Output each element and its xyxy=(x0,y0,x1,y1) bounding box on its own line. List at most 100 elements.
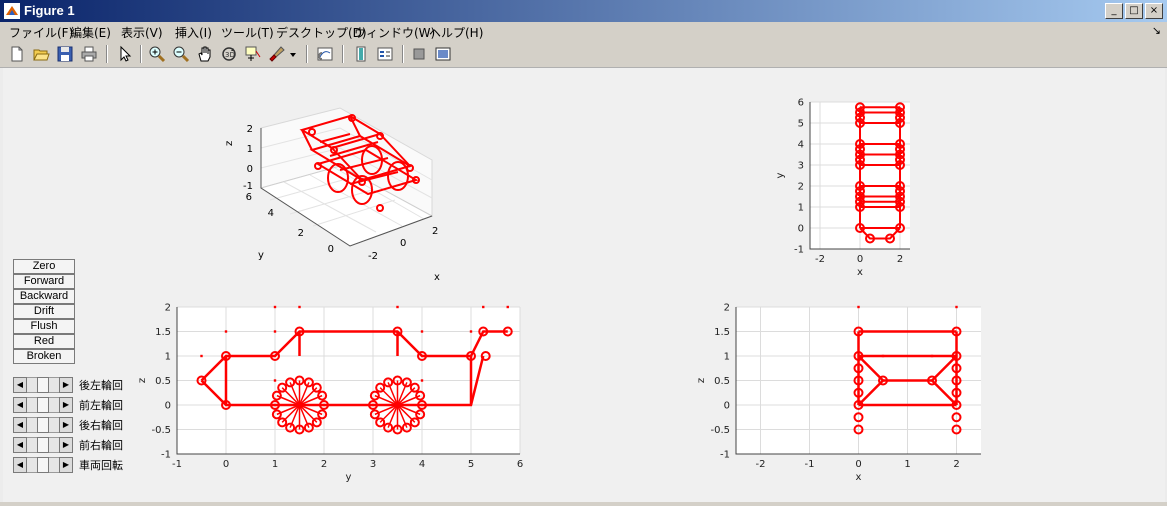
y-axis-label: z xyxy=(137,378,148,383)
slider-thumb[interactable] xyxy=(37,377,49,393)
y-tick-label: 0 xyxy=(165,401,171,412)
axis3d-ztick: -1 xyxy=(243,181,253,192)
backward-button[interactable]: Backward xyxy=(13,289,75,304)
y-tick-label: 0.5 xyxy=(714,376,730,387)
y-tick-label: 5 xyxy=(798,119,804,130)
vehicle-rotation-label: 車両回転 xyxy=(79,459,123,472)
slider-left-arrow-icon[interactable]: ◀ xyxy=(13,437,27,453)
slider-right-arrow-icon[interactable]: ▶ xyxy=(59,417,73,433)
x-tick-label: 5 xyxy=(468,459,474,470)
axis3d-ztick: 2 xyxy=(247,124,253,135)
marker-dot xyxy=(857,305,860,309)
broken-button[interactable]: Broken xyxy=(13,349,75,364)
forward-button[interactable]: Forward xyxy=(13,274,75,289)
marker-dot xyxy=(224,330,228,333)
rear-right-wheel-label: 後右輪回 xyxy=(79,419,123,432)
marker-dot xyxy=(506,305,509,309)
axis3d-ytick: 4 xyxy=(268,208,274,219)
axis3d-ytick: 6 xyxy=(246,192,252,203)
y-tick-label: 0 xyxy=(724,401,730,412)
y-tick-label: 1 xyxy=(798,203,804,214)
zero-button[interactable]: Zero xyxy=(13,259,75,274)
x-axis-label: x xyxy=(857,267,863,278)
y-tick-label: 2 xyxy=(798,182,804,193)
x-tick-label: 0 xyxy=(223,459,229,470)
slider-left-arrow-icon[interactable]: ◀ xyxy=(13,417,27,433)
flush-button[interactable]: Flush xyxy=(13,319,75,334)
front-left-wheel-label: 前左輪回 xyxy=(79,399,123,412)
axis3d-xtick: -2 xyxy=(368,251,378,262)
marker-dot xyxy=(298,305,301,309)
slider-right-arrow-icon[interactable]: ▶ xyxy=(59,397,73,413)
y-tick-label: -0.5 xyxy=(710,425,730,436)
slider-thumb[interactable] xyxy=(37,397,49,413)
red-button[interactable]: Red xyxy=(13,334,75,349)
y-axis-label: y xyxy=(775,172,786,178)
x-tick-label: 0 xyxy=(857,254,863,265)
axes-front-view[interactable]: -2 -1 0 1 2 -1 -0.5 0 0.5 1 1.5 2 x z xyxy=(696,303,981,484)
x-tick-label: 1 xyxy=(904,459,910,470)
marker-dot xyxy=(482,305,485,309)
y-tick-label: 2 xyxy=(165,303,171,314)
axes-3d[interactable]: 2 1 0 -1 z 6 4 2 0 y -2 0 2 x xyxy=(224,107,440,283)
slider-left-arrow-icon[interactable]: ◀ xyxy=(13,397,27,413)
rear-right-wheel-slider[interactable]: ◀ ▶ xyxy=(13,417,73,433)
marker-dot xyxy=(420,330,424,333)
marker-dot xyxy=(955,305,958,309)
x-axis-label: x xyxy=(856,472,862,483)
marker-dot xyxy=(420,379,424,382)
marker-dot xyxy=(396,305,399,309)
front-left-wheel-slider[interactable]: ◀ ▶ xyxy=(13,397,73,413)
slider-thumb[interactable] xyxy=(37,417,49,433)
slider-right-arrow-icon[interactable]: ▶ xyxy=(59,437,73,453)
y-tick-label: 4 xyxy=(798,140,804,151)
y-tick-label: -0.5 xyxy=(151,425,171,436)
axis3d-ytick: 0 xyxy=(328,244,334,255)
y-tick-label: -1 xyxy=(720,450,730,461)
slider-left-arrow-icon[interactable]: ◀ xyxy=(13,457,27,473)
y-tick-label: 3 xyxy=(798,161,804,172)
slider-thumb[interactable] xyxy=(37,437,49,453)
y-tick-label: 1 xyxy=(724,352,730,363)
x-tick-label: 0 xyxy=(855,459,861,470)
front-right-wheel-label: 前右輪回 xyxy=(79,439,123,452)
axis3d-ytick: 2 xyxy=(298,228,304,239)
axes-top-view[interactable]: -2 0 2 -1 0 1 2 3 4 5 6 x y xyxy=(775,98,910,279)
drift-button[interactable]: Drift xyxy=(13,304,75,319)
marker-dot xyxy=(881,354,885,358)
front-right-wheel-slider[interactable]: ◀ ▶ xyxy=(13,437,73,453)
slider-thumb[interactable] xyxy=(37,457,49,473)
y-tick-label: 1 xyxy=(165,352,171,363)
x-tick-label: 2 xyxy=(953,459,959,470)
plots-layer: 2 1 0 -1 z 6 4 2 0 y -2 0 2 x -2 0 2 -1 0 1 2 3… xyxy=(137,98,981,484)
rear-left-wheel-slider[interactable]: ◀ ▶ xyxy=(13,377,73,393)
slider-left-arrow-icon[interactable]: ◀ xyxy=(13,377,27,393)
y-axis-label: z xyxy=(696,378,707,383)
x-axis-label: y xyxy=(346,472,352,483)
y-tick-label: 0.5 xyxy=(155,376,171,387)
x-tick-label: -2 xyxy=(815,254,825,265)
marker-dot xyxy=(273,379,277,382)
axis3d-ylabel: y xyxy=(258,250,264,261)
y-tick-label: 1.5 xyxy=(155,327,171,338)
x-tick-label: -1 xyxy=(172,459,182,470)
axes-side-view[interactable]: -1 0 1 2 3 4 5 6 -1 -0.5 0 0.5 1 1.5 2 y z xyxy=(137,303,523,484)
marker-dot xyxy=(930,354,934,358)
x-tick-label: -1 xyxy=(805,459,815,470)
x-tick-label: 4 xyxy=(419,459,425,470)
axis3d-zlabel: z xyxy=(224,141,235,146)
y-tick-label: 2 xyxy=(724,303,730,314)
x-tick-label: 2 xyxy=(897,254,903,265)
slider-right-arrow-icon[interactable]: ▶ xyxy=(59,377,73,393)
x-tick-label: -2 xyxy=(756,459,766,470)
y-tick-label: 0 xyxy=(798,224,804,235)
vehicle-rotation-slider[interactable]: ◀ ▶ xyxy=(13,457,73,473)
marker-dot xyxy=(273,330,277,333)
x-tick-label: 2 xyxy=(321,459,327,470)
x-tick-label: 1 xyxy=(272,459,278,470)
marker-dot xyxy=(469,330,473,333)
axis3d-xtick: 0 xyxy=(400,238,406,249)
rear-left-wheel-label: 後左輪回 xyxy=(79,379,123,392)
x-tick-label: 6 xyxy=(517,459,523,470)
slider-right-arrow-icon[interactable]: ▶ xyxy=(59,457,73,473)
